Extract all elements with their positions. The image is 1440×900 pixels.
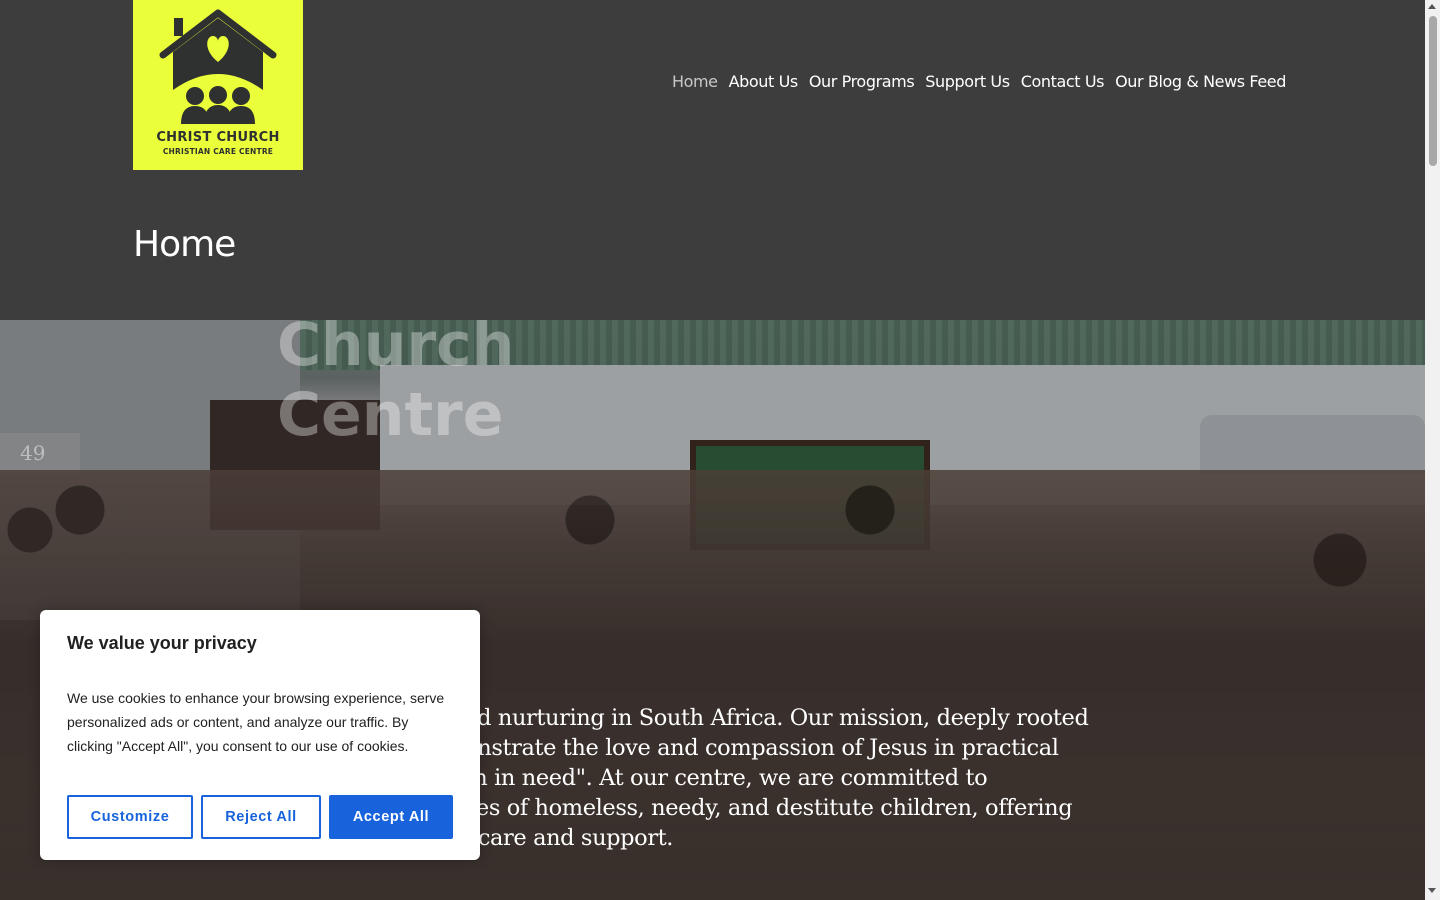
nav-item-about-us[interactable]: About Us	[729, 72, 799, 91]
nav-item-home[interactable]: Home	[672, 72, 718, 91]
reject-all-button[interactable]: Reject All	[201, 795, 321, 839]
scroll-up-arrow-icon[interactable]	[1428, 4, 1436, 9]
accept-all-button[interactable]: Accept All	[329, 795, 453, 839]
site-logo[interactable]: CHRIST CHURCH CHRISTIAN CARE CENTRE	[133, 0, 303, 170]
hero-faded-heading: Church Centre	[277, 320, 515, 450]
nav-item-blog-news-feed[interactable]: Our Blog & News Feed	[1115, 72, 1286, 91]
site-header: CHRIST CHURCH CHRISTIAN CARE CENTRE Home…	[0, 0, 1425, 320]
nav-item-contact-us[interactable]: Contact Us	[1021, 72, 1105, 91]
cookie-description: We use cookies to enhance your browsing …	[67, 690, 445, 754]
nav-item-support-us[interactable]: Support Us	[925, 72, 1010, 91]
logo-subtitle: CHRISTIAN CARE CENTRE	[162, 147, 274, 156]
page-title: Home	[133, 224, 236, 265]
hero-mission-text: and nurturing in South Africa. Our missi…	[450, 705, 1089, 851]
house-heart-family-icon	[159, 9, 277, 124]
cookie-title: We value your privacy	[67, 633, 257, 653]
scroll-down-arrow-icon[interactable]	[1428, 888, 1436, 893]
cookie-consent-banner: We value your privacy We use cookies to …	[40, 610, 480, 860]
main-nav: Home About Us Our Programs Support Us Co…	[672, 72, 1286, 91]
scroll-thumb[interactable]	[1429, 16, 1437, 166]
nav-item-our-programs[interactable]: Our Programs	[809, 72, 915, 91]
page-scrollbar[interactable]	[1425, 0, 1440, 900]
logo-title: CHRIST CHURCH	[156, 130, 280, 145]
customize-button[interactable]: Customize	[67, 795, 193, 839]
